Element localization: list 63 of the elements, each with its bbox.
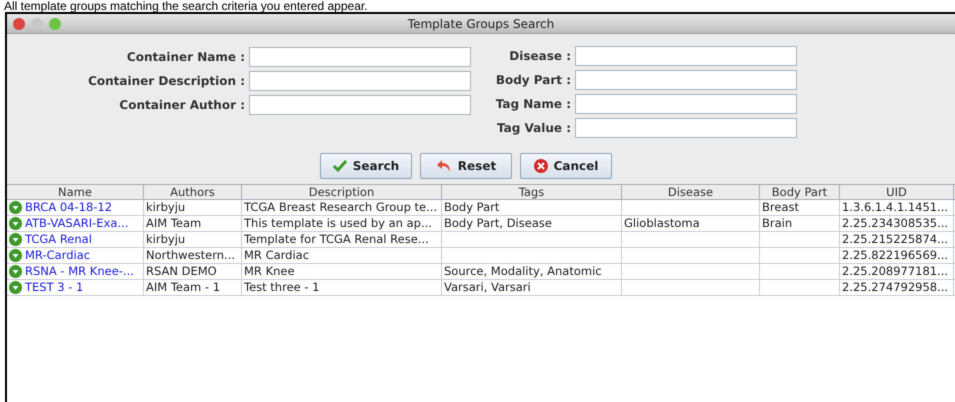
maximize-window-icon[interactable] [49, 18, 61, 30]
table-cell: 2.25.274792958... [842, 280, 948, 295]
table-cell: MR Knee [244, 264, 295, 279]
table-cell: AIM Team [146, 216, 202, 231]
table-cell: 2.25.822196569... [842, 248, 948, 263]
table-cell: 2.25.208977181... [842, 264, 948, 279]
window-title: Template Groups Search [408, 16, 554, 32]
table-cell: Brain [762, 216, 792, 231]
table-cell: This template is used by an ap... [244, 216, 432, 231]
table-cell: Glioblastoma [624, 216, 700, 231]
action-button[interactable]: Cancel [520, 153, 612, 179]
input-field[interactable] [575, 94, 797, 114]
field-label: Tag Value : [496, 120, 571, 137]
table-cell: Body Part [444, 200, 500, 215]
column-header[interactable]: Disease [622, 185, 760, 199]
table-cell: RSAN DEMO [146, 264, 217, 279]
column-header[interactable]: Tags [442, 185, 622, 199]
field-label: Container Name : [126, 49, 245, 66]
table-cell: 2.25.215225874... [842, 232, 948, 247]
template-name-link[interactable]: ATB-VASARI-Exa... [25, 216, 128, 231]
template-name-link[interactable]: TCGA Renal [25, 232, 92, 247]
table-cell: Body Part, Disease [444, 216, 552, 231]
column-header[interactable]: Name [7, 185, 144, 199]
field-label: Container Author : [118, 97, 245, 114]
cancel-icon [534, 159, 548, 173]
template-name-link[interactable]: RSNA - MR Knee-... [25, 264, 134, 279]
table-cell: Test three - 1 [244, 280, 320, 295]
field-label: Disease : [508, 48, 571, 65]
table-cell: TCGA Breast Research Group te... [244, 200, 438, 215]
table-cell: Source, Modality, Anatomic [444, 264, 602, 279]
template-name-link[interactable]: MR-Cardiac [25, 248, 90, 263]
table-cell: Northwestern... [146, 248, 236, 263]
input-field[interactable] [249, 71, 471, 91]
field-label: Tag Name : [494, 96, 571, 113]
caption-text: All template groups matching the search criteria you entered appear. [3, 0, 369, 12]
column-header[interactable]: Body Part [760, 185, 840, 199]
template-name-link[interactable]: TEST 3 - 1 [25, 280, 84, 295]
input-field[interactable] [575, 70, 797, 90]
input-field[interactable] [249, 95, 471, 115]
table-cell: Breast [762, 200, 799, 215]
template-name-link[interactable]: BRCA 04-18-12 [25, 200, 112, 215]
minimize-window-icon[interactable] [31, 18, 43, 30]
column-header[interactable]: UID [840, 185, 954, 199]
field-label: Body Part : [494, 72, 571, 89]
table-cell: Varsari, Varsari [444, 280, 531, 295]
table-cell: kirbyju [146, 232, 186, 247]
table-cell: MR Cardiac [244, 248, 310, 263]
input-field[interactable] [575, 118, 797, 138]
checkmark-icon [332, 160, 347, 172]
input-field[interactable] [249, 47, 471, 67]
close-window-icon[interactable] [13, 18, 25, 30]
curved-arrow-icon [436, 159, 452, 173]
table-cell: 2.25.234308535... [842, 216, 948, 231]
column-header[interactable]: Description [242, 185, 442, 199]
field-label: Container Description : [87, 73, 245, 90]
table-cell: AIM Team - 1 [146, 280, 220, 295]
table-cell: Template for TCGA Renal Rese... [244, 232, 429, 247]
table-cell: kirbyju [146, 200, 186, 215]
column-header[interactable]: Authors [144, 185, 242, 199]
table-cell: 1.3.6.1.4.1.1451... [842, 200, 948, 215]
input-field[interactable] [575, 46, 797, 66]
action-button[interactable]: Search [320, 153, 412, 179]
action-button[interactable]: Reset [420, 153, 512, 179]
